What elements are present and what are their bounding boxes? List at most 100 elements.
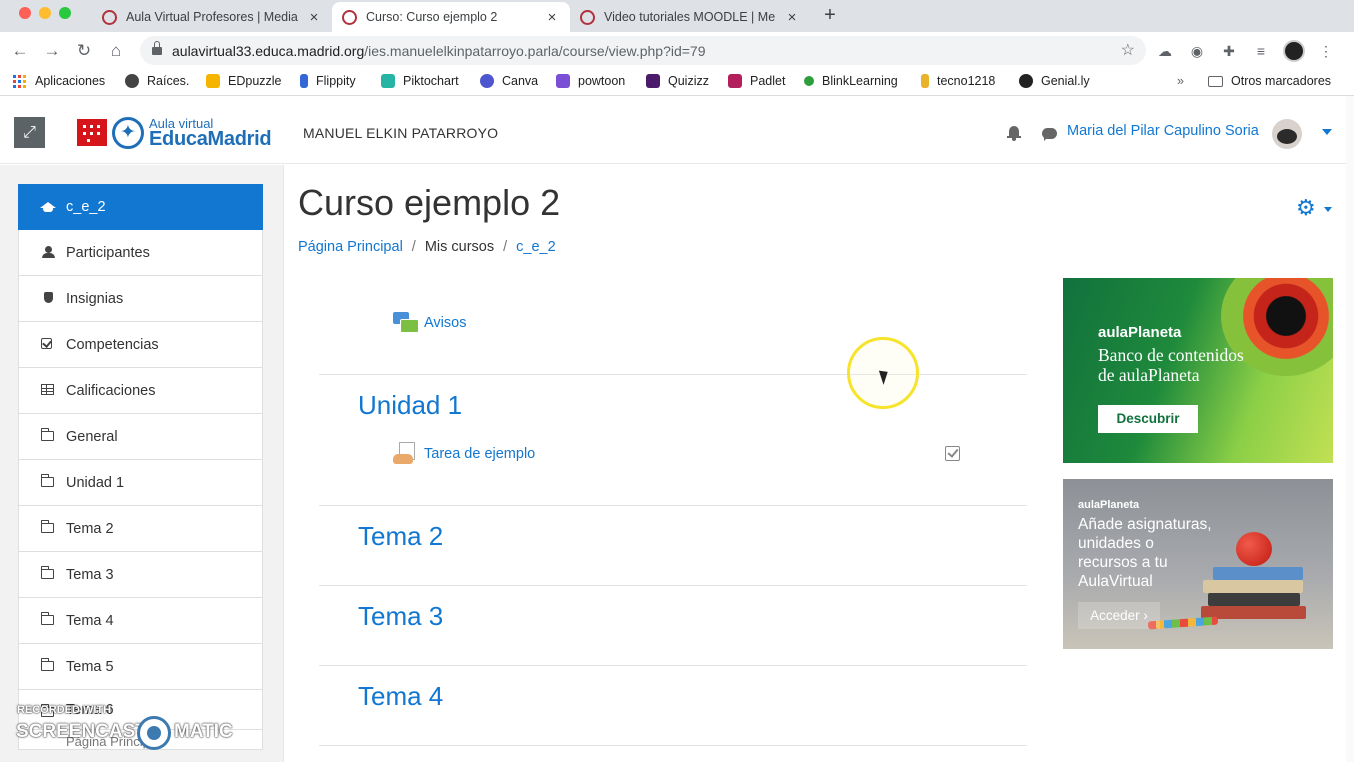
ad-banner-aulaplaneta-asignaturas[interactable]: aulaPlaneta Añade asignaturas, unidades … <box>1063 479 1333 649</box>
section-divider <box>319 745 1027 746</box>
close-tab-icon[interactable]: × <box>306 9 322 26</box>
descubrir-button[interactable]: Descubrir <box>1098 405 1198 433</box>
folder-icon <box>40 474 54 487</box>
nav-item-participantes[interactable]: Participantes <box>18 230 263 276</box>
breadcrumb-my-courses: Mis cursos <box>424 239 495 255</box>
bookmark-raices[interactable]: Raíces. <box>125 74 189 88</box>
section-title-tema-3[interactable]: Tema 3 <box>358 601 443 632</box>
nav-drawer: c_e_2 Participantes Insignias Competenci… <box>0 165 284 762</box>
browser-tab-curso[interactable]: Curso: Curso ejemplo 2 × <box>332 2 570 32</box>
breadcrumb-home-link[interactable]: Página Principal <box>298 239 403 255</box>
extension-icon[interactable]: ◉ <box>1189 43 1205 59</box>
bookmark-label: powtoon <box>578 74 626 88</box>
logo-title: EducaMadrid <box>149 128 272 150</box>
ad-banner-aulaplaneta-contenidos[interactable]: aulaPlaneta Banco de contenidos de aulaP… <box>1063 278 1333 463</box>
bookmarks-overflow-chevron-icon[interactable]: » <box>1177 74 1184 88</box>
assignment-activity[interactable]: Tarea de ejemplo <box>393 442 535 466</box>
reload-icon[interactable]: ↻ <box>74 41 94 61</box>
close-tab-icon[interactable]: × <box>544 9 560 26</box>
forward-arrow-icon[interactable]: → <box>42 41 62 61</box>
bookmark-label: BlinkLearning <box>822 74 898 88</box>
bookmark-quizizz[interactable]: Quizizz <box>646 74 709 88</box>
puzzle-icon[interactable]: ✚ <box>1221 43 1237 59</box>
nav-item-calificaciones[interactable]: Calificaciones <box>18 368 263 414</box>
acceder-button[interactable]: Acceder › <box>1078 602 1160 629</box>
nav-item-tema-5[interactable]: Tema 5 <box>18 644 263 690</box>
bookmark-genially[interactable]: Genial.ly <box>1019 74 1090 88</box>
flippity-icon <box>300 74 308 88</box>
tab-favicon-icon <box>580 9 595 25</box>
nav-item-label: Calificaciones <box>66 382 156 399</box>
nav-item-tema-4[interactable]: Tema 4 <box>18 598 263 644</box>
bookmark-piktochart[interactable]: Piktochart <box>381 74 459 88</box>
table-icon <box>41 384 54 395</box>
menu-dots-icon[interactable]: ⋮ <box>1318 43 1334 59</box>
user-menu-caret-icon[interactable] <box>1322 129 1332 135</box>
nav-item-general[interactable]: General <box>18 414 263 460</box>
browser-tab-aula-virtual[interactable]: Aula Virtual Profesores | Media × <box>92 2 332 32</box>
cloud-extension-icon[interactable]: ☁ <box>1157 43 1173 59</box>
section-title-tema-2[interactable]: Tema 2 <box>358 521 443 552</box>
section-title-tema-4[interactable]: Tema 4 <box>358 681 443 712</box>
home-icon[interactable]: ⌂ <box>106 41 126 61</box>
profile-avatar[interactable] <box>1283 40 1305 62</box>
canva-icon <box>480 74 494 88</box>
nav-item-insignias[interactable]: Insignias <box>18 276 263 322</box>
raices-icon <box>125 74 139 88</box>
bookmark-aplicaciones[interactable]: Aplicaciones <box>13 74 105 88</box>
bookmark-other-folder[interactable]: Otros marcadores <box>1208 74 1331 88</box>
close-window-button[interactable] <box>19 7 31 19</box>
nav-item-unidad-1[interactable]: Unidad 1 <box>18 460 263 506</box>
notifications-bell-icon[interactable] <box>1007 125 1021 141</box>
maximize-window-button[interactable] <box>59 7 71 19</box>
activity-link[interactable]: Avisos <box>424 315 466 331</box>
close-tab-icon[interactable]: × <box>784 9 800 26</box>
back-arrow-icon[interactable]: ← <box>10 41 30 61</box>
page-scrollbar[interactable] <box>1346 96 1354 762</box>
piktochart-icon <box>381 74 395 88</box>
educamadrid-logo[interactable]: Aula virtual EducaMadrid <box>77 116 287 152</box>
completion-checkbox-icon[interactable] <box>945 446 960 461</box>
user-menu-name[interactable]: Maria del Pilar Capulino Soria <box>1067 123 1259 139</box>
site-name[interactable]: MANUEL ELKIN PATARROYO <box>303 125 498 141</box>
nav-item-tema-2[interactable]: Tema 2 <box>18 506 263 552</box>
toggle-drawer-button[interactable]: ⤢ <box>14 117 45 148</box>
bookmark-flippity[interactable]: Flippity <box>300 74 356 88</box>
nav-item-competencias[interactable]: Competencias <box>18 322 263 368</box>
messages-icon[interactable] <box>1042 128 1057 141</box>
watermark-top-text: RECORDED WITH <box>17 704 112 716</box>
graduation-cap-icon <box>40 202 56 212</box>
lock-icon <box>152 41 162 56</box>
bookmark-canva[interactable]: Canva <box>480 74 538 88</box>
bookmark-powtoon[interactable]: powtoon <box>556 74 625 88</box>
bookmark-star-icon[interactable]: ☆ <box>1121 40 1135 60</box>
bookmark-blinklearning[interactable]: BlinkLearning <box>804 74 898 88</box>
folder-icon <box>40 428 54 441</box>
section-divider <box>319 374 1027 375</box>
minimize-window-button[interactable] <box>39 7 51 19</box>
forum-activity-avisos[interactable]: Avisos <box>393 312 466 334</box>
activity-link[interactable]: Tarea de ejemplo <box>424 446 535 462</box>
gear-icon: ⚙ <box>1296 195 1316 220</box>
course-settings-menu[interactable]: ⚙ <box>1296 195 1332 220</box>
nav-item-tema-3[interactable]: Tema 3 <box>18 552 263 598</box>
ad-headline: de aulaPlaneta <box>1098 365 1200 385</box>
ad-text: AulaVirtual <box>1078 573 1153 590</box>
forum-icon <box>393 312 419 334</box>
breadcrumb-course-link[interactable]: c_e_2 <box>516 239 556 255</box>
bookmark-edpuzzle[interactable]: EDpuzzle <box>206 74 282 88</box>
new-tab-icon[interactable]: + <box>820 5 840 25</box>
bookmark-padlet[interactable]: Padlet <box>728 74 785 88</box>
user-avatar[interactable] <box>1272 119 1302 149</box>
section-divider <box>319 505 1027 506</box>
nav-item-label: General <box>66 428 118 445</box>
address-bar[interactable]: aulavirtual33.educa.madrid.org/ies.manue… <box>140 36 1146 65</box>
browser-tab-video-tutoriales[interactable]: Video tutoriales MOODLE | Me × <box>570 2 810 32</box>
screencast-watermark: RECORDED WITH SCREENCAST MATIC <box>16 704 246 754</box>
reading-list-icon[interactable]: ≡ <box>1253 43 1269 59</box>
bookmark-tecno1218[interactable]: tecno1218 <box>921 74 995 88</box>
nav-item-course-home[interactable]: c_e_2 <box>18 184 263 230</box>
bookmark-label: EDpuzzle <box>228 74 282 88</box>
section-title-unidad-1[interactable]: Unidad 1 <box>358 390 462 421</box>
breadcrumb-separator: / <box>411 239 416 255</box>
